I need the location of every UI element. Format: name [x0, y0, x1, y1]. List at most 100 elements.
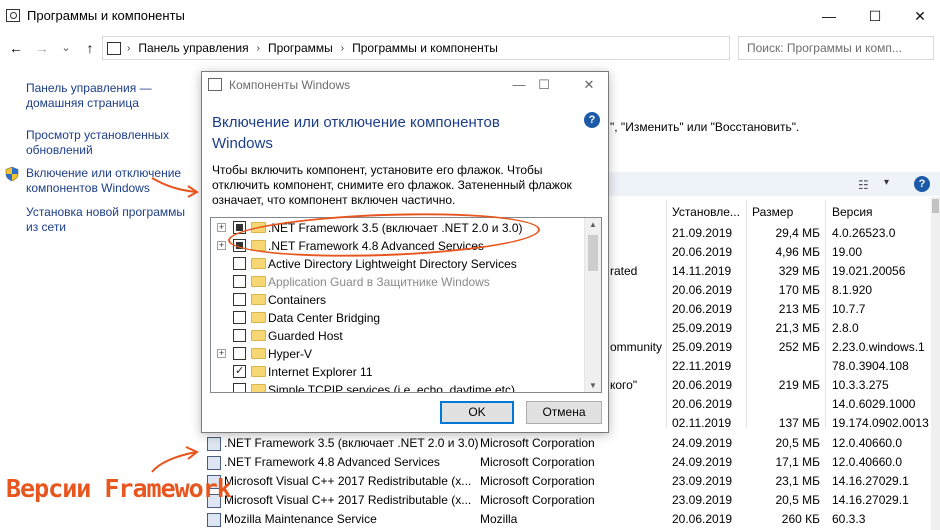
program-cell-size: 137 МБ	[778, 416, 820, 430]
program-cell-name: .NET Framework 4.8 Advanced Services	[224, 455, 440, 469]
tree-scrollbar[interactable]: ▲ ▼	[584, 218, 601, 392]
breadcrumb-control-panel[interactable]: Панель управления	[138, 41, 248, 55]
feature-checkbox[interactable]	[233, 293, 246, 306]
program-cell-installed: 20.06.2019	[672, 378, 733, 392]
program-cell-version: 2.8.0	[832, 321, 859, 335]
recent-dropdown-button[interactable]: ⌄	[56, 39, 76, 57]
feature-checkbox[interactable]	[233, 347, 246, 360]
feature-label: Simple TCPIP services (i.e. echo, daytim…	[268, 383, 515, 393]
column-header-size[interactable]: Размер	[752, 205, 793, 219]
breadcrumb-separator: ›	[127, 42, 131, 54]
program-cell-version: 12.0.40660.0	[832, 436, 903, 450]
expand-icon[interactable]: +	[217, 349, 226, 358]
sidebar-item-install-from-network[interactable]: Установка новой программы из сети	[26, 205, 196, 235]
feature-checkbox[interactable]	[233, 275, 246, 288]
back-button[interactable]: ←	[6, 39, 26, 57]
scroll-down-icon[interactable]: ▼	[585, 381, 601, 390]
feature-item[interactable]: Guarded Host	[211, 327, 591, 345]
feature-checkbox[interactable]	[233, 364, 246, 378]
list-scrollbar[interactable]	[931, 197, 940, 530]
program-cell-size: 170 МБ	[778, 283, 820, 297]
column-header-installed[interactable]: Установле...	[672, 205, 740, 219]
program-cell-version: 14.16.27029.1	[832, 493, 909, 507]
dialog-maximize-button[interactable]: ☐	[527, 74, 561, 96]
search-input[interactable]: Поиск: Программы и комп...	[738, 36, 934, 60]
up-button[interactable]: ↑	[80, 39, 100, 57]
breadcrumb-programs-and-features[interactable]: Программы и компоненты	[352, 41, 498, 55]
feature-item[interactable]: Active Directory Lightweight Directory S…	[211, 255, 591, 273]
sidebar-item-updates[interactable]: Просмотр установленных обновлений	[26, 128, 186, 158]
dialog-description: Чтобы включить компонент, установите его…	[212, 163, 572, 207]
program-cell-version: 19.021.20056	[832, 264, 906, 278]
control-panel-icon	[208, 78, 222, 91]
dialog-help-icon[interactable]: ?	[584, 112, 600, 128]
breadcrumb-separator: ›	[340, 42, 345, 54]
program-cell-size: 260 КБ	[781, 512, 820, 526]
view-options-icon[interactable]: ☷	[858, 178, 869, 192]
cancel-button[interactable]: Отмена	[526, 401, 602, 424]
program-cell-size: 329 МБ	[778, 264, 820, 278]
column-header-version[interactable]: Версия	[832, 205, 873, 219]
feature-item[interactable]: + Hyper-V	[211, 345, 591, 363]
ok-button[interactable]: OK	[440, 401, 514, 424]
program-cell-name: Microsoft Visual C++ 2017 Redistributabl…	[224, 493, 472, 507]
program-cell-version: 10.3.3.275	[832, 378, 889, 392]
feature-item[interactable]: Application Guard в Защитнике Windows	[211, 273, 591, 291]
dialog-title: Компоненты Windows	[229, 78, 351, 92]
program-cell-size: 23,1 МБ	[775, 474, 820, 488]
address-bar: ← → ⌄ ↑ › Панель управления › Программы …	[0, 34, 940, 62]
feature-item[interactable]: Simple TCPIP services (i.e. echo, daytim…	[211, 381, 591, 393]
program-cell-installed: 25.09.2019	[672, 340, 733, 354]
feature-checkbox[interactable]	[233, 257, 246, 270]
close-button[interactable]: ✕	[897, 0, 940, 32]
folder-icon	[251, 384, 266, 392]
program-cell-size: 4,96 МБ	[775, 245, 820, 259]
scroll-thumb[interactable]	[932, 199, 939, 213]
feature-checkbox[interactable]	[233, 329, 246, 342]
program-cell-name: .NET Framework 3.5 (включает .NET 2.0 и …	[224, 436, 479, 450]
feature-label: Active Directory Lightweight Directory S…	[268, 257, 517, 271]
expand-icon[interactable]: +	[217, 223, 226, 232]
program-cell-size: 213 МБ	[778, 302, 820, 316]
scroll-thumb[interactable]	[588, 235, 598, 271]
dialog-close-button[interactable]: ✕	[572, 74, 606, 96]
sidebar-item-windows-features[interactable]: Включение или отключение компонентов Win…	[26, 166, 196, 196]
sidebar-item-home[interactable]: Панель управления — домашняя страница	[26, 81, 166, 111]
program-cell-version: 19.00	[832, 245, 863, 259]
program-cell-version: 60.3.3	[832, 512, 866, 526]
folder-icon	[251, 330, 266, 341]
folder-icon	[251, 258, 266, 269]
program-cell-installed: 21.09.2019	[672, 226, 733, 240]
program-cell-size: 252 МБ	[778, 340, 820, 354]
program-cell-installed: 24.09.2019	[672, 455, 733, 469]
program-cell-version: 14.16.27029.1	[832, 474, 909, 488]
feature-checkbox[interactable]	[233, 383, 246, 392]
program-cell-version: 2.23.0.windows.1	[832, 340, 925, 354]
forward-button[interactable]: →	[32, 39, 52, 57]
view-dropdown-icon[interactable]: ▾	[884, 177, 889, 188]
program-cell-installed: 20.06.2019	[672, 302, 733, 316]
program-cell-size: 20,5 МБ	[775, 493, 820, 507]
maximize-button[interactable]: ☐	[852, 0, 898, 32]
feature-item[interactable]: Containers	[211, 291, 591, 309]
program-cell-publisher: Mozilla	[480, 512, 518, 526]
breadcrumb-separator: ›	[256, 42, 260, 54]
scroll-up-icon[interactable]: ▲	[585, 220, 601, 229]
expand-icon[interactable]: +	[217, 241, 226, 250]
program-cell-installed: 02.11.2019	[672, 416, 732, 430]
feature-item[interactable]: Internet Explorer 11	[211, 363, 591, 381]
program-cell-version: 4.0.26523.0	[832, 226, 896, 240]
breadcrumb[interactable]: › Панель управления › Программы › Програ…	[102, 36, 730, 60]
minimize-button[interactable]: —	[806, 0, 852, 32]
feature-label: Containers	[268, 293, 327, 307]
feature-label: Application Guard в Защитнике Windows	[268, 275, 490, 289]
help-icon[interactable]: ?	[914, 176, 930, 192]
feature-checkbox[interactable]	[233, 311, 246, 324]
program-cell-installed: 23.09.2019	[672, 474, 733, 488]
column-separator	[825, 200, 826, 428]
feature-item[interactable]: Data Center Bridging	[211, 309, 591, 327]
feature-label: Hyper-V	[268, 347, 313, 361]
annotation-label: Версии Framework	[6, 474, 232, 503]
program-cell-version: 19.174.0902.0013	[832, 416, 929, 430]
breadcrumb-programs[interactable]: Программы	[268, 41, 333, 55]
